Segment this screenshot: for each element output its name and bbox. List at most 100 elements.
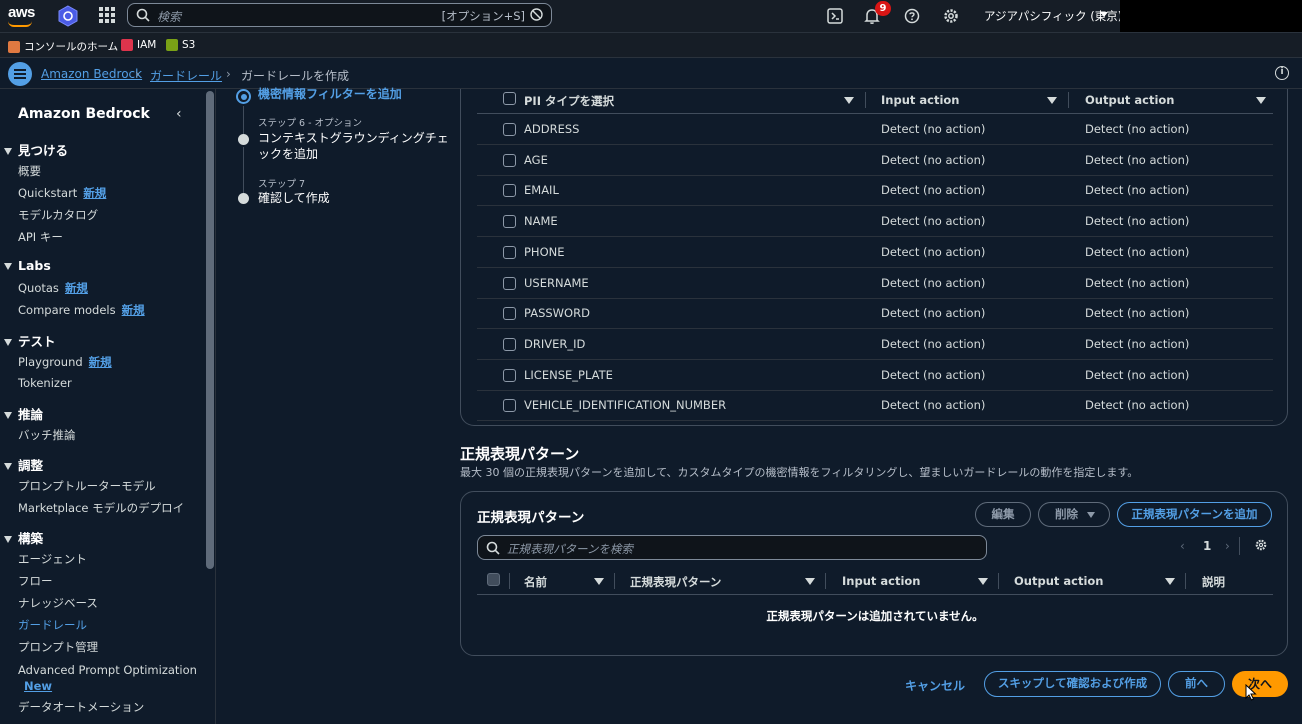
sidebar-item-flows[interactable]: フロー (18, 573, 53, 589)
input-action-cell[interactable]: Detect (no action) (881, 153, 985, 167)
cancel-button[interactable]: キャンセル (905, 677, 965, 694)
favorite-console-home[interactable]: コンソールのホーム (8, 39, 118, 54)
output-action-cell[interactable]: Detect (no action) (1085, 398, 1189, 412)
input-action-cell[interactable]: Detect (no action) (881, 214, 985, 228)
table-row[interactable]: DRIVER_ID Detect (no action) Detect (no ac… (477, 329, 1273, 360)
output-action-cell[interactable]: Detect (no action) (1085, 337, 1189, 351)
sidebar-item-tokenizer[interactable]: Tokenizer (18, 376, 72, 390)
help-icon[interactable] (902, 6, 922, 26)
sidebar-section-test[interactable]: テスト (4, 331, 56, 350)
sidebar-item-batch-inference[interactable]: バッチ推論 (18, 427, 76, 443)
account-menu-redacted[interactable] (1120, 0, 1302, 32)
delete-button[interactable]: 削除 (1038, 502, 1110, 527)
input-action-cell[interactable]: Detect (no action) (881, 122, 985, 136)
output-action-cell[interactable]: Detect (no action) (1085, 368, 1189, 382)
table-row[interactable]: EMAIL Detect (no action) Detect (no action… (477, 175, 1273, 207)
sidebar-section-tune[interactable]: 調整 (4, 455, 43, 474)
output-action-cell[interactable]: Detect (no action) (1085, 122, 1189, 136)
sidebar-scrollbar[interactable] (206, 91, 214, 569)
row-checkbox[interactable] (503, 399, 516, 413)
sidebar-section-labs[interactable]: Labs (4, 258, 51, 273)
table-row[interactable]: ADDRESS Detect (no action) Detect (no acti… (477, 114, 1273, 145)
favorite-iam[interactable]: IAM (121, 39, 156, 51)
table-row[interactable]: NAME Detect (no action) Detect (no action) (477, 206, 1273, 238)
sidebar-item-knowledge-bases[interactable]: ナレッジベース (18, 595, 98, 611)
filter-caret-icon[interactable] (1047, 97, 1057, 104)
sidebar-item-prompt-router[interactable]: プロンプトルーターモデル (18, 478, 156, 494)
table-row[interactable]: USERNAME Detect (no action) Detect (no act… (477, 268, 1273, 299)
row-checkbox[interactable] (503, 123, 516, 136)
row-checkbox[interactable] (503, 307, 516, 321)
step-sensitive-info-filter[interactable]: 機密情報フィルターを追加 (258, 86, 402, 102)
filter-caret-icon[interactable] (805, 578, 815, 585)
regex-search-input[interactable]: 正規表現パターンを検索 (477, 535, 987, 560)
services-grid-icon[interactable] (99, 7, 115, 23)
menu-hamburger-icon[interactable] (8, 62, 32, 86)
cloudshell-icon[interactable] (825, 6, 845, 26)
step-6-name[interactable]: コンテキストグラウンディングチェ ックを追加 (258, 130, 449, 162)
current-page[interactable]: 1 (1203, 539, 1211, 553)
table-row[interactable]: PHONE Detect (no action) Detect (no action… (477, 237, 1273, 268)
input-action-cell[interactable]: Detect (no action) (881, 398, 985, 412)
sidebar-item-quotas[interactable]: Quotas 新規 (18, 280, 88, 296)
output-action-cell[interactable]: Detect (no action) (1085, 214, 1189, 228)
settings-gear-icon[interactable] (941, 6, 961, 26)
filter-caret-icon[interactable] (1165, 578, 1175, 585)
next-button[interactable]: 次へ (1232, 671, 1288, 697)
filter-caret-icon[interactable] (978, 578, 988, 585)
row-checkbox[interactable] (503, 184, 516, 198)
input-action-cell[interactable]: Detect (no action) (881, 368, 985, 382)
input-action-cell[interactable]: Detect (no action) (881, 245, 985, 259)
aws-logo[interactable]: aws (8, 4, 36, 28)
input-action-cell[interactable]: Detect (no action) (881, 183, 985, 197)
sidebar-section-discover[interactable]: 見つける (4, 140, 68, 159)
table-row[interactable]: PASSWORD Detect (no action) Detect (no act… (477, 298, 1273, 330)
filter-caret-icon[interactable] (1256, 97, 1266, 104)
sidebar-item-overview[interactable]: 概要 (18, 163, 41, 179)
row-checkbox[interactable] (503, 215, 516, 229)
prev-page-icon[interactable]: ‹ (1180, 539, 1185, 553)
sidebar-item-api-keys[interactable]: API キー (18, 229, 63, 245)
row-checkbox[interactable] (503, 337, 516, 351)
global-search-input[interactable]: 検索 [オプション+S] (127, 3, 552, 27)
output-action-cell[interactable]: Detect (no action) (1085, 276, 1189, 290)
filter-caret-icon[interactable] (844, 97, 854, 104)
output-action-cell[interactable]: Detect (no action) (1085, 153, 1189, 167)
sidebar-item-agents[interactable]: エージェント (18, 551, 87, 567)
clear-search-icon[interactable] (530, 8, 543, 21)
sidebar-item-advanced-prompt-optimization[interactable]: Advanced Prompt Optimization New (18, 662, 198, 694)
sidebar-item-marketplace-deploy[interactable]: Marketplace モデルのデプロイ (18, 500, 184, 516)
add-regex-pattern-button[interactable]: 正規表現パターンを追加 (1117, 502, 1272, 527)
table-row[interactable]: AGE Detect (no action) Detect (no action) (477, 145, 1273, 176)
edit-button[interactable]: 編集 (975, 502, 1031, 527)
preferences-gear-icon[interactable] (1254, 538, 1268, 552)
output-action-cell[interactable]: Detect (no action) (1085, 245, 1189, 259)
input-action-cell[interactable]: Detect (no action) (881, 276, 985, 290)
info-icon[interactable]: i (1275, 66, 1289, 80)
breadcrumb-bedrock[interactable]: Amazon Bedrock (41, 67, 142, 81)
input-action-cell[interactable]: Detect (no action) (881, 306, 985, 320)
row-checkbox[interactable] (503, 368, 516, 382)
input-action-cell[interactable]: Detect (no action) (881, 337, 985, 351)
output-action-cell[interactable]: Detect (no action) (1085, 183, 1189, 197)
sidebar-section-inference[interactable]: 推論 (4, 404, 43, 423)
skip-to-review-button[interactable]: スキップして確認および作成 (984, 671, 1161, 697)
sidebar-item-data-automation[interactable]: データオートメーション (18, 699, 144, 715)
previous-button[interactable]: 前へ (1168, 671, 1225, 697)
breadcrumb-guardrails[interactable]: ガードレール (150, 67, 222, 84)
filter-caret-icon[interactable] (594, 578, 604, 585)
output-action-cell[interactable]: Detect (no action) (1085, 306, 1189, 320)
favorite-s3[interactable]: S3 (166, 39, 195, 51)
sidebar-item-playground[interactable]: Playground 新規 (18, 354, 112, 370)
bedrock-app-icon[interactable] (58, 5, 78, 27)
sidebar-item-prompt-management[interactable]: プロンプト管理 (18, 639, 98, 655)
select-all-checkbox[interactable] (503, 92, 516, 105)
sidebar-item-quickstart[interactable]: Quickstart 新規 (18, 185, 106, 201)
table-row[interactable]: VEHICLE_IDENTIFICATION_NUMBER Detect (no … (477, 390, 1273, 422)
table-row[interactable]: LICENSE_PLATE Detect (no action) Detect (n… (477, 360, 1273, 391)
sidebar-item-guardrails[interactable]: ガードレール (18, 617, 87, 633)
collapse-sidebar-icon[interactable]: ‹ (176, 106, 182, 122)
sidebar-item-model-catalog[interactable]: モデルカタログ (18, 207, 98, 223)
select-all-checkbox[interactable] (487, 573, 500, 586)
step-7-name[interactable]: 確認して作成 (258, 190, 330, 206)
